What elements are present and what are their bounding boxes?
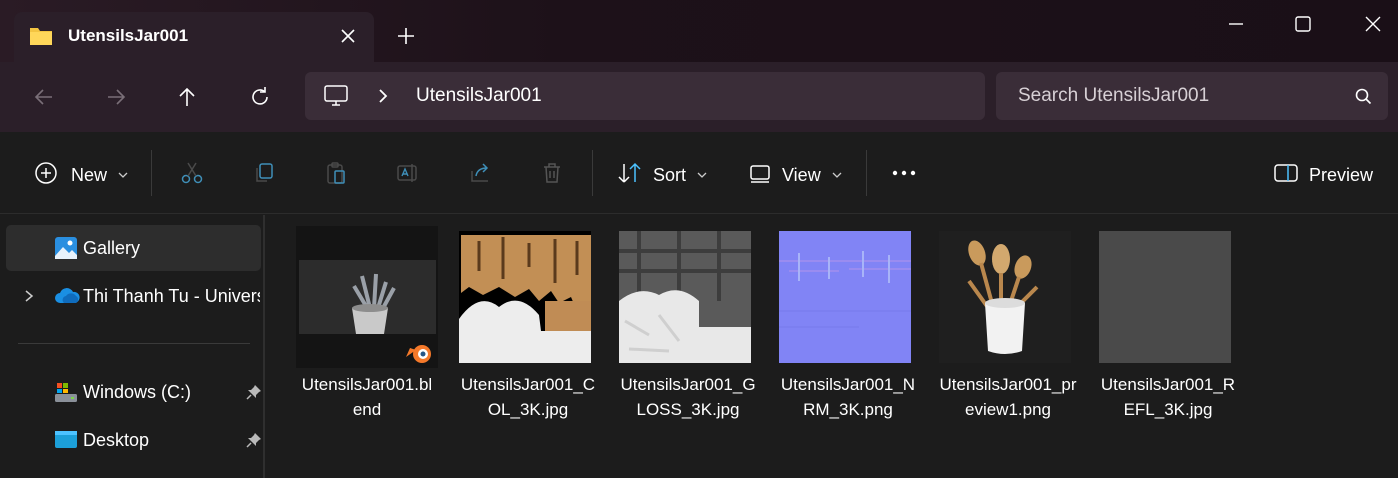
refl-texture-thumbnail — [1099, 231, 1231, 363]
view-button[interactable]: View — [749, 161, 843, 190]
file-name: UtensilsJar001_C OL_3K.jpg — [460, 375, 596, 419]
plus-icon[interactable] — [394, 24, 418, 48]
file-item[interactable]: UtensilsJar001_pr eview1.png — [928, 226, 1088, 426]
search-input[interactable]: Search UtensilsJar001 — [996, 72, 1388, 120]
folder-icon — [29, 25, 53, 52]
sidebar-item-label: Windows (C:) — [83, 382, 192, 402]
gallery-icon — [54, 236, 78, 265]
file-name: UtensilsJar001_pr eview1.png — [939, 375, 1077, 419]
chevron-down-icon — [117, 165, 129, 186]
delete-icon[interactable] — [540, 161, 564, 185]
minimize-icon[interactable] — [1222, 10, 1250, 38]
preview-button[interactable]: Preview — [1273, 161, 1373, 190]
sidebar-item-gallery[interactable]: Gallery — [6, 225, 261, 271]
file-name: UtensilsJar001.bl end — [301, 375, 433, 419]
cut-icon[interactable] — [180, 161, 204, 185]
address-bar[interactable]: UtensilsJar001 — [305, 72, 985, 120]
file-item[interactable]: UtensilsJar001_R EFL_3K.jpg — [1088, 226, 1248, 426]
plus-circle-icon — [34, 161, 58, 190]
search-icon[interactable] — [1354, 87, 1372, 110]
sort-label: Sort — [653, 165, 687, 185]
paste-icon[interactable] — [324, 161, 348, 185]
tab-title: UtensilsJar001 — [68, 26, 189, 45]
maximize-icon[interactable] — [1289, 10, 1317, 38]
close-icon[interactable] — [336, 24, 360, 48]
file-item[interactable]: UtensilsJar001.bl end — [287, 226, 447, 426]
forward-arrow-icon[interactable] — [102, 83, 130, 111]
sidebar-item-label: Thi Thanh Tu - Universi — [83, 286, 260, 306]
pin-icon[interactable] — [246, 432, 262, 453]
gloss-texture-thumbnail — [619, 231, 751, 363]
divider — [151, 150, 152, 196]
sidebar-item-windows-c[interactable]: Windows (C:) — [6, 369, 261, 415]
new-button[interactable]: New — [34, 161, 129, 190]
view-icon — [749, 161, 771, 190]
file-item[interactable]: UtensilsJar001_C OL_3K.jpg — [448, 226, 608, 426]
chevron-right-icon[interactable] — [375, 86, 391, 111]
sort-icon — [617, 161, 643, 190]
sidebar-item-onedrive[interactable]: Thi Thanh Tu - Universi — [6, 273, 261, 319]
preview-label: Preview — [1309, 165, 1374, 185]
sidebar-item-desktop[interactable]: Desktop — [6, 417, 261, 463]
chevron-down-icon — [696, 165, 708, 186]
file-item[interactable]: UtensilsJar001_G LOSS_3K.jpg — [608, 226, 768, 426]
pane-divider[interactable] — [263, 215, 265, 478]
refresh-icon[interactable] — [246, 83, 274, 111]
share-icon[interactable] — [468, 161, 492, 185]
sidebar-item-label: Gallery — [83, 238, 141, 258]
sidebar-divider — [18, 343, 250, 344]
normal-map-thumbnail — [779, 231, 911, 363]
onedrive-cloud-icon — [54, 286, 80, 311]
window-close-icon[interactable] — [1359, 10, 1387, 38]
view-label: View — [782, 165, 821, 185]
file-name: UtensilsJar001_N RM_3K.png — [780, 375, 916, 419]
search-placeholder: Search UtensilsJar001 — [1018, 85, 1210, 106]
sort-button[interactable]: Sort — [617, 161, 708, 190]
more-options-icon[interactable] — [890, 163, 918, 183]
back-arrow-icon[interactable] — [30, 83, 58, 111]
drive-icon — [54, 380, 78, 409]
up-arrow-icon[interactable] — [173, 83, 201, 111]
breadcrumb[interactable]: UtensilsJar001 — [416, 85, 542, 107]
this-pc-icon — [323, 83, 349, 114]
file-item[interactable]: UtensilsJar001_N RM_3K.png — [768, 226, 928, 426]
divider — [866, 150, 867, 196]
file-name: UtensilsJar001_G LOSS_3K.jpg — [620, 375, 756, 419]
preview-image-thumbnail — [939, 231, 1071, 363]
tab-utensilsjar001[interactable]: UtensilsJar001 — [14, 12, 374, 62]
sidebar-item-label: Desktop — [83, 430, 150, 450]
col-texture-thumbnail — [459, 231, 591, 363]
desktop-icon — [54, 428, 78, 457]
rename-icon[interactable] — [396, 161, 420, 185]
divider — [592, 150, 593, 196]
chevron-right-icon[interactable] — [22, 288, 36, 309]
new-label: New — [71, 165, 108, 185]
preview-pane-icon — [1273, 161, 1299, 190]
pin-icon[interactable] — [246, 384, 262, 405]
copy-icon[interactable] — [252, 161, 276, 185]
blend-thumbnail — [296, 226, 438, 368]
chevron-down-icon — [831, 165, 843, 186]
file-name: UtensilsJar001_R EFL_3K.jpg — [1100, 375, 1236, 419]
